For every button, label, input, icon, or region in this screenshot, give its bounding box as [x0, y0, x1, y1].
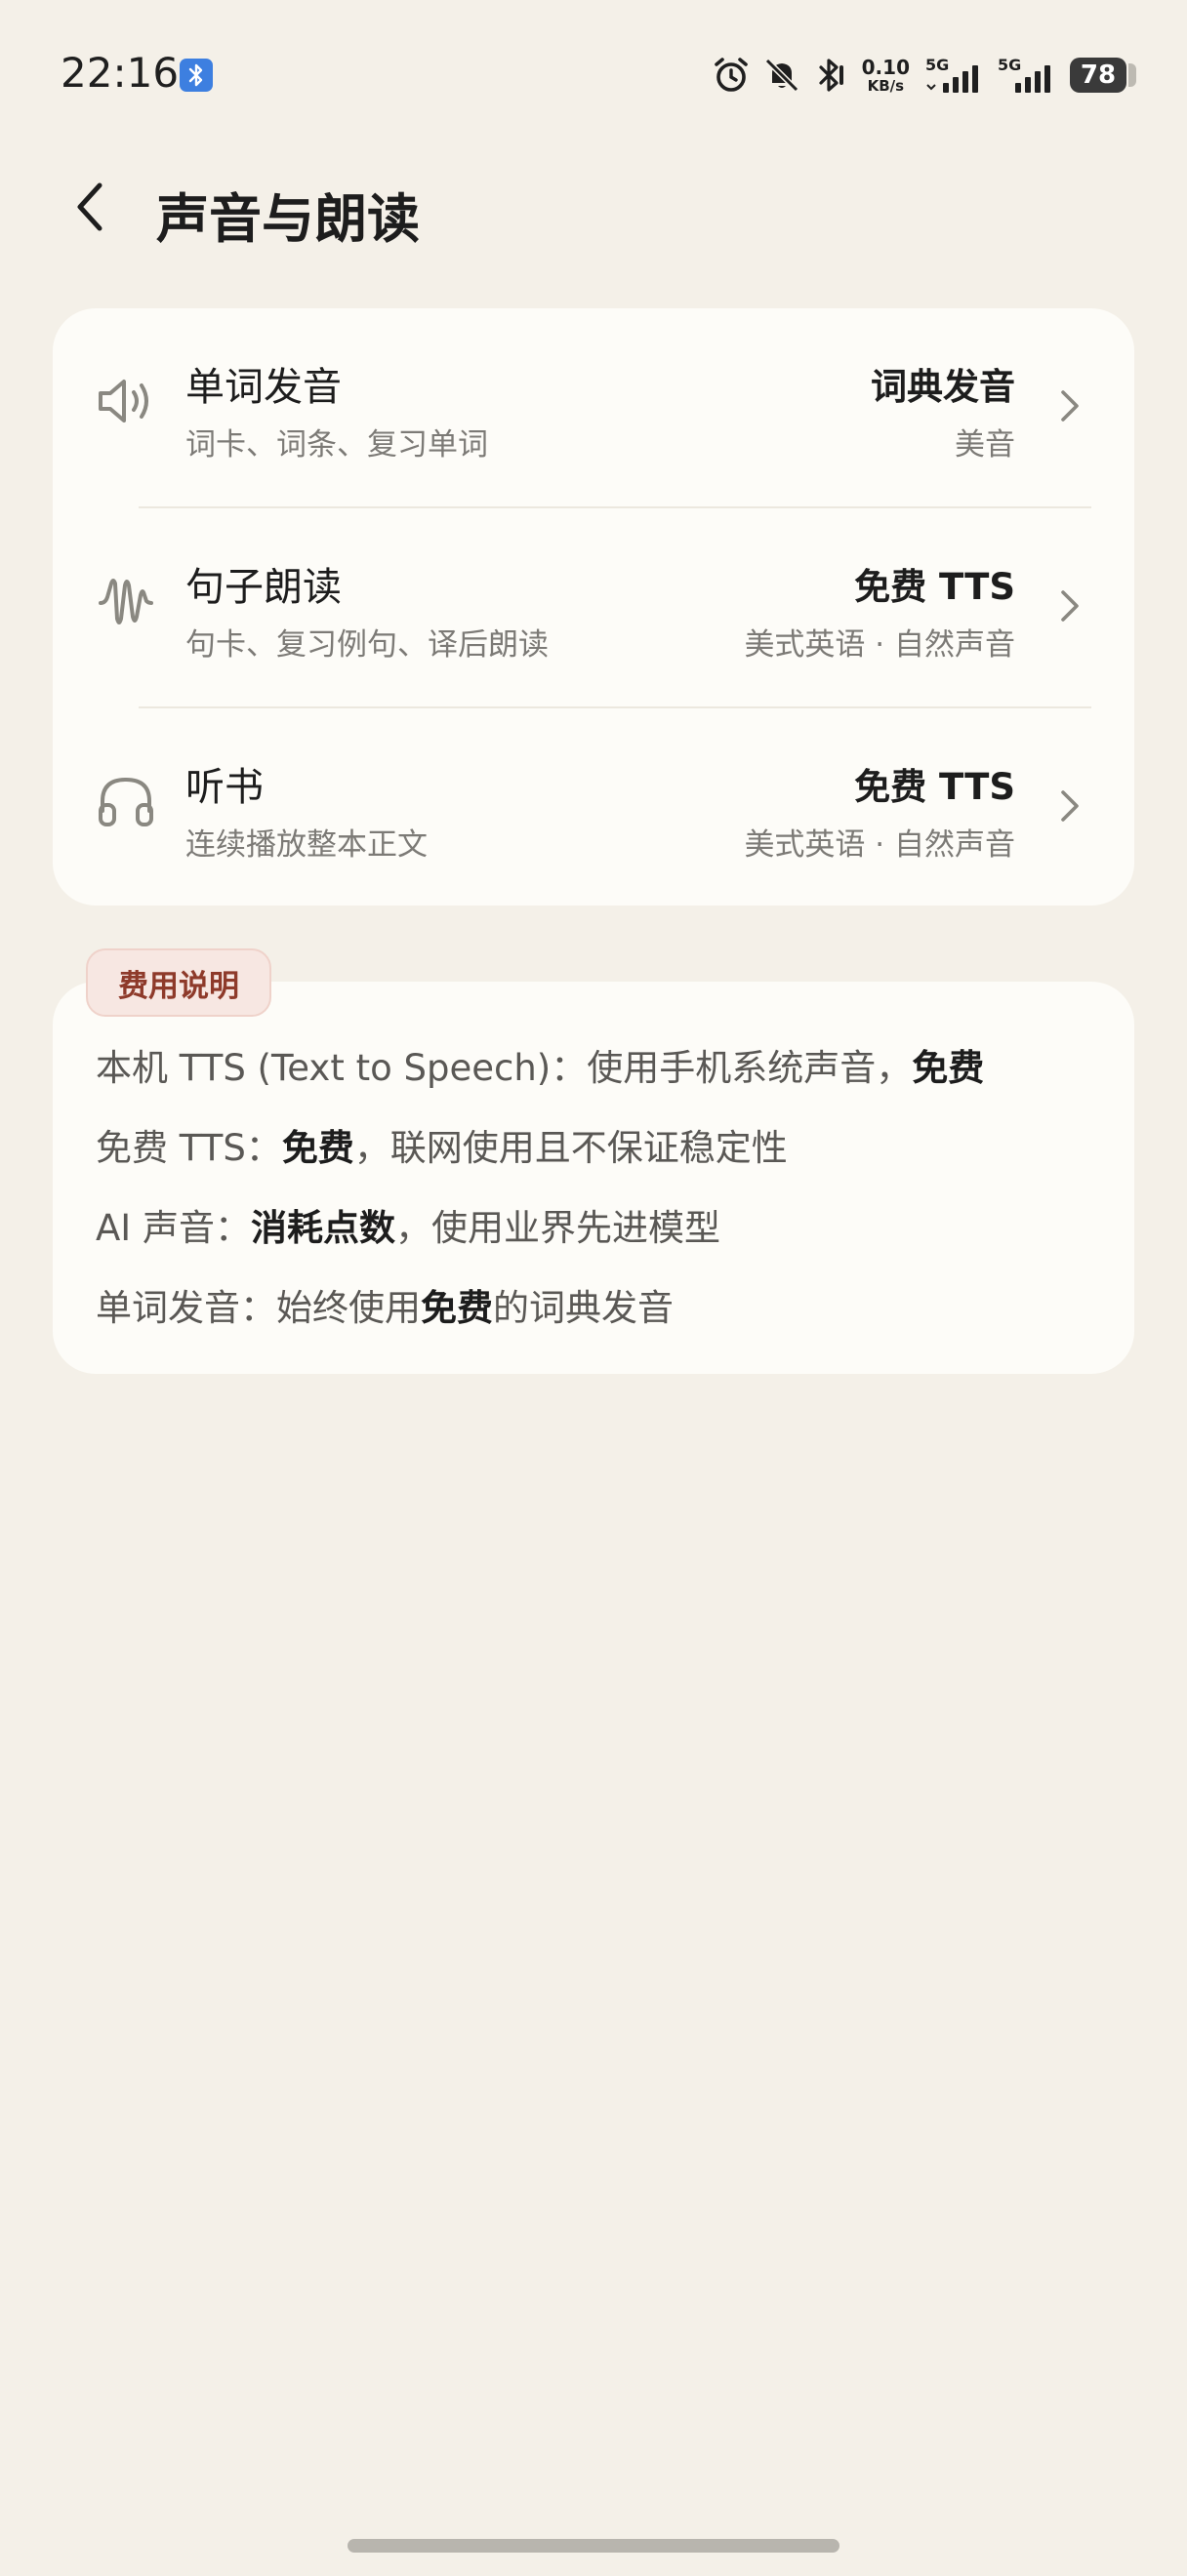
- page-title: 声音与朗读: [156, 188, 420, 250]
- network-speed-value: 0.10: [861, 55, 910, 79]
- setting-subtitle: 词卡、词条、复习单词: [185, 427, 488, 463]
- bluetooth-icon: [819, 59, 843, 92]
- settings-card: 单词发音 词卡、词条、复习单词 词典发音 美音 句子朗读 句卡、复习例句、译后朗…: [53, 308, 1134, 906]
- fee-line: AI 声音：消耗点数，使用业界先进模型: [96, 1198, 720, 1251]
- network-speed-unit: KB/s: [867, 76, 905, 95]
- fee-line-emphasis: 消耗点数: [250, 1207, 395, 1249]
- fee-line: 本机 TTS (Text to Speech)：使用手机系统声音，免费: [96, 1038, 984, 1091]
- setting-row-audiobook[interactable]: 听书 连续播放整本正文 免费 TTS 美式英语 · 自然声音: [53, 708, 1134, 907]
- fee-line-text: 的词典发音: [493, 1287, 674, 1329]
- header: 声音与朗读: [0, 166, 1187, 254]
- fee-line: 单词发音：始终使用免费的词典发音: [96, 1278, 674, 1331]
- signal-icon: 5G: [925, 56, 986, 95]
- chevron-left-icon: [77, 182, 102, 231]
- fee-line-text: AI 声音：: [96, 1207, 251, 1249]
- status-icons: 0.10 KB/s 5G 5G 78: [712, 51, 1136, 100]
- setting-title: 句子朗读: [185, 565, 342, 610]
- chevron-right-icon: [1061, 390, 1079, 422]
- bluetooth-icon: [180, 59, 213, 92]
- fee-line-text: ，使用业界先进模型: [394, 1207, 720, 1249]
- setting-title: 单词发音: [185, 365, 342, 410]
- fee-line-text: 单词发音：始终使用: [96, 1287, 421, 1329]
- back-button[interactable]: [61, 178, 119, 236]
- mute-icon: [764, 58, 798, 93]
- setting-subtitle: 句卡、复习例句、译后朗读: [185, 627, 549, 663]
- fee-line-emphasis: 免费: [281, 1127, 354, 1169]
- battery-level: 78: [1080, 60, 1117, 90]
- fee-line-text: ，联网使用且不保证稳定性: [353, 1127, 788, 1169]
- fee-line-emphasis: 免费: [912, 1047, 985, 1089]
- chevron-right-icon: [1061, 590, 1079, 622]
- setting-subtitle: 连续播放整本正文: [185, 827, 428, 863]
- speaker-icon: [92, 367, 160, 435]
- setting-value-sub: 美式英语 · 自然声音: [744, 627, 1015, 663]
- waveform-icon: [92, 567, 160, 635]
- fee-line-emphasis: 免费: [421, 1287, 493, 1329]
- fee-explanation-card: 本机 TTS (Text to Speech)：使用手机系统声音，免费 免费 T…: [53, 982, 1134, 1374]
- setting-value-sub: 美式英语 · 自然声音: [744, 827, 1015, 863]
- setting-value: 免费 TTS: [854, 766, 1015, 808]
- chevron-right-icon: [1061, 790, 1079, 822]
- fee-line-text: 本机 TTS (Text to Speech)：使用手机系统声音，: [96, 1047, 913, 1089]
- alarm-icon: [714, 58, 748, 92]
- battery-icon: 78: [1070, 58, 1136, 93]
- status-time: 22:16: [61, 49, 180, 97]
- setting-row-sentence-reading[interactable]: 句子朗读 句卡、复习例句、译后朗读 免费 TTS 美式英语 · 自然声音: [53, 508, 1134, 707]
- setting-row-word-pronunciation[interactable]: 单词发音 词卡、词条、复习单词 词典发音 美音: [53, 308, 1134, 507]
- signal-icon: 5G: [998, 56, 1058, 95]
- network-speed: 0.10 KB/s: [862, 58, 910, 94]
- setting-value: 词典发音: [871, 366, 1015, 408]
- setting-value: 免费 TTS: [854, 566, 1015, 608]
- fee-badge: 费用说明: [86, 948, 271, 1017]
- fee-line-text: 免费 TTS：: [96, 1127, 282, 1169]
- setting-value-sub: 美音: [955, 427, 1015, 463]
- fee-line: 免费 TTS：免费，联网使用且不保证稳定性: [96, 1118, 788, 1171]
- headphones-icon: [92, 767, 160, 835]
- status-bar: 22:16 0.10 KB/s 5G 5G 78: [0, 0, 1187, 146]
- home-indicator[interactable]: [348, 2539, 839, 2553]
- setting-title: 听书: [185, 765, 264, 810]
